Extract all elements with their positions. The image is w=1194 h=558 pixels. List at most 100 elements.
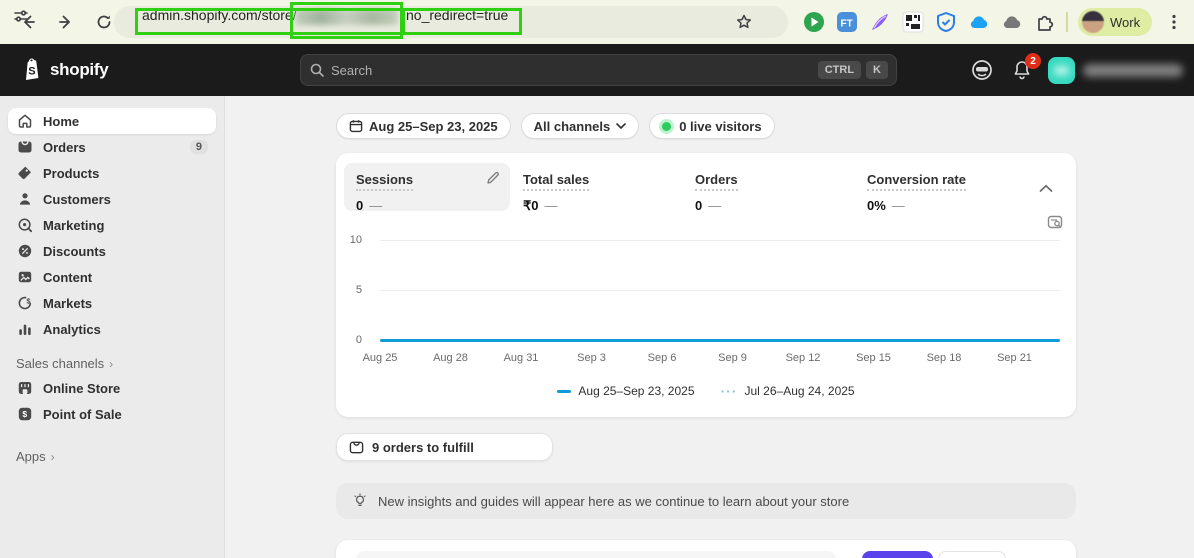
analytics-icon: [16, 321, 33, 338]
home-icon: [16, 113, 33, 130]
kebab-menu-icon[interactable]: [1160, 8, 1188, 36]
sidebar-item-orders[interactable]: Orders 9: [8, 134, 216, 160]
browser-profile-button[interactable]: Work: [1078, 8, 1152, 36]
discount-icon: [16, 243, 33, 260]
pos-icon: $: [16, 406, 33, 423]
feather-icon[interactable]: [868, 10, 892, 34]
lightbulb-icon: [352, 493, 368, 509]
y-tick-5: 5: [336, 284, 362, 296]
orders-icon: [349, 440, 364, 455]
orders-count-badge: 9: [190, 140, 208, 154]
x-tick: Sep 15: [844, 352, 904, 364]
x-tick: Sep 21: [985, 352, 1045, 364]
x-tick: Aug 25: [350, 352, 410, 364]
x-tick: Sep 12: [773, 352, 833, 364]
gray-cloud-icon[interactable]: [1000, 10, 1024, 34]
dashboard-main: Aug 25–Sep 23, 2025 All channels 0 live …: [225, 96, 1194, 558]
tag-icon: [16, 165, 33, 182]
chevron-right-icon: ›: [51, 450, 55, 464]
sidebar-item-discounts[interactable]: Discounts: [8, 238, 216, 264]
puzzle-extensions-icon[interactable]: [1033, 10, 1057, 34]
blue-shield-icon[interactable]: [934, 10, 958, 34]
legend-solid-line-icon: [557, 390, 571, 393]
chevron-right-icon: ›: [109, 357, 113, 371]
marketing-icon: [16, 217, 33, 234]
live-dot-icon: [662, 122, 671, 131]
metric-conversion-rate[interactable]: Conversion rate 0%—: [867, 163, 966, 213]
search-placeholder: Search: [331, 63, 813, 78]
collapse-chevron-up-icon[interactable]: [1039, 180, 1053, 198]
setup-guide-row: [356, 551, 836, 558]
y-tick-0: 0: [336, 334, 362, 346]
browser-toolbar: admin.shopify.com/store/ no_redirect=tru…: [0, 0, 1194, 44]
sidebar-nav: Home Orders 9 Products Customers Marketi…: [0, 96, 225, 558]
shopify-wordmark: shopify: [50, 60, 108, 80]
metric-orders[interactable]: Orders 0—: [695, 163, 738, 213]
notification-count-badge: 2: [1025, 53, 1041, 69]
x-tick: Aug 31: [491, 352, 551, 364]
sidebar-item-online-store[interactable]: Online Store: [8, 375, 216, 401]
sidebar-item-analytics[interactable]: Analytics: [8, 316, 216, 342]
sidebar-item-home[interactable]: Home: [8, 108, 216, 134]
secondary-button-partial[interactable]: [938, 551, 1006, 558]
shortcut-key-ctrl: CTRL: [818, 61, 861, 79]
date-range-button[interactable]: Aug 25–Sep 23, 2025: [336, 113, 511, 139]
y-tick-10: 10: [336, 234, 362, 246]
shopify-topbar: S shopify Search CTRL K 2: [0, 44, 1194, 96]
gridline: [380, 240, 1060, 241]
annotation-box-store-name: [290, 2, 403, 39]
primary-button-partial[interactable]: [862, 551, 933, 558]
play-circle-icon[interactable]: [802, 10, 826, 34]
blue-cloud-icon[interactable]: [967, 10, 991, 34]
sidebar-item-products[interactable]: Products: [8, 160, 216, 186]
sidebar-item-content[interactable]: Content: [8, 264, 216, 290]
sessions-line-series: [380, 339, 1060, 342]
metric-total-sales[interactable]: Total sales ₹0—: [523, 163, 589, 214]
store-name-redacted: [1083, 64, 1183, 77]
live-visitors-button[interactable]: 0 live visitors: [649, 113, 774, 139]
forward-icon[interactable]: [52, 8, 80, 36]
notifications-bell-icon[interactable]: 2: [1010, 58, 1034, 82]
metric-sessions[interactable]: Sessions 0—: [344, 163, 510, 211]
orders-to-fulfill-button[interactable]: 9 orders to fulfill: [336, 433, 553, 461]
view-report-icon[interactable]: [1047, 214, 1064, 236]
search-input[interactable]: Search CTRL K: [300, 54, 897, 86]
online-store-icon: [16, 380, 33, 397]
shopify-logo[interactable]: S shopify: [20, 57, 108, 83]
extensions-row: FT: [802, 10, 1066, 34]
x-tick: Sep 9: [703, 352, 763, 364]
sidebar-section-apps[interactable]: Apps ›: [16, 449, 208, 464]
shortcut-key-k: K: [866, 61, 888, 79]
sidebar-item-markets[interactable]: $ Markets: [8, 290, 216, 316]
x-tick: Aug 28: [421, 352, 481, 364]
sidebar-item-customers[interactable]: Customers: [8, 186, 216, 212]
content-icon: [16, 269, 33, 286]
channel-filter-button[interactable]: All channels: [521, 113, 640, 139]
x-tick: Sep 3: [562, 352, 622, 364]
ft-app-icon[interactable]: FT: [835, 10, 859, 34]
sidebar-item-marketing[interactable]: Marketing: [8, 212, 216, 238]
setup-guide-card: [336, 540, 1076, 558]
sidebar-section-sales-channels[interactable]: Sales channels ›: [16, 356, 208, 371]
markets-icon: $: [16, 295, 33, 312]
edit-pencil-icon[interactable]: [486, 171, 500, 190]
search-icon: [309, 62, 325, 78]
legend-current-period: Aug 25–Sep 23, 2025: [557, 384, 694, 398]
avatar: [1082, 11, 1104, 33]
divider: [1066, 12, 1068, 32]
x-tick: Sep 6: [632, 352, 692, 364]
sidekick-icon[interactable]: [970, 58, 994, 82]
annotation-box-redirect-param: [402, 8, 522, 35]
svg-text:FT: FT: [841, 19, 853, 30]
orders-icon: [16, 139, 33, 156]
calendar-icon: [349, 119, 363, 133]
insights-banner: New insights and guides will appear here…: [336, 483, 1076, 519]
site-settings-tune-icon[interactable]: [12, 7, 30, 30]
gridline: [380, 290, 1060, 291]
analytics-card: Sessions 0— Total sales ₹0— Orders 0— Co…: [336, 153, 1076, 417]
qr-code-icon[interactable]: [901, 10, 925, 34]
bookmark-star-icon[interactable]: [730, 8, 758, 36]
legend-dotted-line-icon: ···: [721, 387, 738, 395]
store-account-button[interactable]: [1048, 56, 1183, 84]
sidebar-item-point-of-sale[interactable]: $ Point of Sale: [8, 401, 216, 427]
